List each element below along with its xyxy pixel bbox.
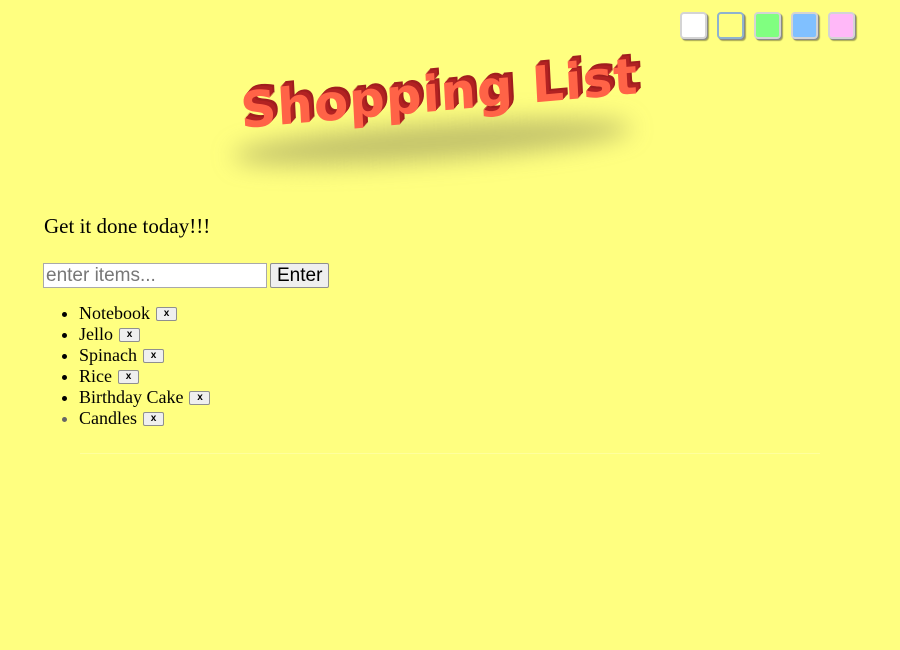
item-label: Jello	[79, 324, 113, 344]
swatch-blue[interactable]	[791, 12, 818, 39]
delete-item-button[interactable]: x	[143, 349, 164, 363]
swatch-green[interactable]	[754, 12, 781, 39]
enter-button[interactable]: Enter	[270, 263, 330, 288]
tagline: Get it done today!!!	[44, 214, 211, 238]
delete-item-button[interactable]: x	[118, 370, 139, 384]
delete-item-button[interactable]: x	[156, 307, 177, 321]
list-item: Jellox	[79, 324, 210, 345]
list-item: Spinach x	[79, 345, 210, 366]
item-label: Notebook	[79, 303, 150, 323]
swatch-yellow[interactable]	[717, 12, 744, 39]
swatch-pink[interactable]	[828, 12, 855, 39]
title-banner: Shopping List	[210, 47, 670, 192]
list-item: Ricex	[79, 366, 210, 387]
swatch-white[interactable]	[680, 12, 707, 39]
item-label: Spinach	[79, 345, 137, 365]
delete-item-button[interactable]: x	[119, 328, 140, 342]
list-item: Notebook x	[79, 303, 210, 324]
item-entry-form: Enter	[43, 263, 330, 288]
item-label: Birthday Cake	[79, 387, 184, 407]
list-item: Birthday Cake x	[79, 387, 211, 408]
item-input[interactable]	[43, 263, 267, 288]
shopping-list: Notebookx Jellox Spinachx Ricex Birthday…	[39, 303, 211, 429]
delete-item-button[interactable]: x	[143, 412, 164, 426]
item-label: Candles	[79, 408, 137, 428]
divider	[80, 453, 820, 454]
item-label: Rice	[79, 366, 112, 386]
list-item: Candles x	[79, 408, 210, 429]
color-swatches	[680, 12, 855, 39]
delete-item-button[interactable]: x	[189, 391, 211, 405]
